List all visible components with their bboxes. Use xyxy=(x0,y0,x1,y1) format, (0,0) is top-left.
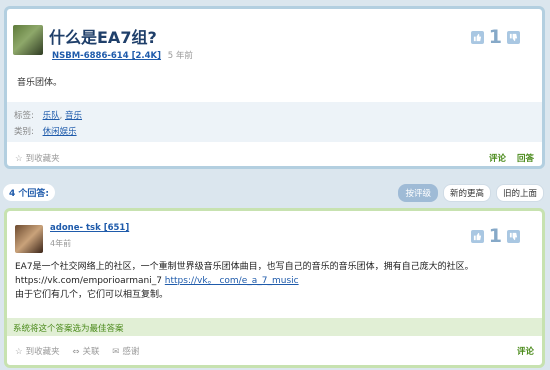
link-icon: ⇔ xyxy=(72,347,80,357)
follow-button[interactable]: ⇔ 关联 xyxy=(72,347,99,357)
thanks-icon: ✉ xyxy=(112,347,120,357)
answer-vote-count: 1 xyxy=(488,225,502,247)
thanks-label: 感谢 xyxy=(122,347,140,357)
category-link[interactable]: 休闲娱乐 xyxy=(43,127,77,137)
sort-oldest-button[interactable]: 旧的上面 xyxy=(495,184,544,202)
add-favorite-label: 到收藏夹 xyxy=(25,347,60,357)
answer-body: EA7是一个社交网络上的社区，一个重制世界级音乐团体曲目，也写自己的音乐的音乐团… xyxy=(15,260,534,302)
answer-vote: 1 xyxy=(470,225,520,247)
add-favorite-button[interactable]: ☆ 到收藏夹 xyxy=(15,154,60,164)
answer-time: 4年前 xyxy=(50,239,72,248)
question-meta: NSBM-6886-614 [2.4K] 5 年前 xyxy=(52,49,193,61)
sort-newest-button[interactable]: 新的更高 xyxy=(442,184,491,202)
question-card: 什么是EA7组? NSBM-6886-614 [2.4K] 5 年前 1 音乐团… xyxy=(4,6,545,169)
question-tags-area: 标签: 乐队, 音乐 类别: 休闲娱乐 xyxy=(7,102,542,142)
answer-line-3: 由于它们有几个，它们可以相互复制。 xyxy=(15,290,169,300)
answer-meta: adone- tsk [651] xyxy=(50,223,129,233)
answerer-username-link[interactable]: adone- tsk [651] xyxy=(50,223,129,233)
answer-button[interactable]: 回答 xyxy=(517,154,534,164)
answer-actions: 评论 xyxy=(509,345,534,357)
thanks-button[interactable]: ✉ 感谢 xyxy=(112,347,139,357)
tags-label: 标签: xyxy=(14,111,34,121)
follow-label: 关联 xyxy=(82,347,100,357)
add-favorite-button[interactable]: ☆ 到收藏夹 xyxy=(15,347,60,357)
question-body: 音乐团体。 xyxy=(17,78,63,88)
tag-link-music[interactable]: 音乐 xyxy=(65,111,82,121)
comment-button[interactable]: 评论 xyxy=(489,154,506,164)
question-vote: 1 xyxy=(470,26,520,48)
answer-link[interactable]: https://vk。 com/e_a_7_music xyxy=(165,276,299,286)
thumbs-down-icon[interactable] xyxy=(507,229,520,243)
answer-sort-group: 按评级 新的更高 旧的上面 xyxy=(398,184,544,202)
question-time: 5 年前 xyxy=(167,51,193,61)
asker-username-link[interactable]: NSBM-6886-614 [2.4K] xyxy=(52,51,161,61)
star-icon: ☆ xyxy=(15,347,23,357)
answers-count: 4 个回答: xyxy=(3,184,55,201)
question-actions: 评论 回答 xyxy=(481,152,534,164)
thumbs-down-icon[interactable] xyxy=(507,30,520,44)
best-answer-notice: 系统将这个答案选为最佳答案 xyxy=(7,318,542,336)
answer-plain-url: https://vk.com/emporioarmani_7 xyxy=(15,276,162,286)
question-vote-count: 1 xyxy=(488,26,502,48)
sort-by-rating-button[interactable]: 按评级 xyxy=(398,184,438,202)
answer-card: adone- tsk [651] 4年前 1 EA7是一个社交网络上的社区，一个… xyxy=(4,208,545,368)
answer-footer: ☆ 到收藏夹 ⇔ 关联 ✉ 感谢 评论 xyxy=(15,345,534,357)
answerer-avatar[interactable] xyxy=(15,225,43,253)
category-row: 类别: 休闲娱乐 xyxy=(14,125,542,137)
question-title: 什么是EA7组? xyxy=(49,28,157,47)
star-icon: ☆ xyxy=(15,154,23,164)
tags-row: 标签: 乐队, 音乐 xyxy=(14,111,83,121)
answer-comment-button[interactable]: 评论 xyxy=(517,347,534,357)
thumbs-up-icon[interactable] xyxy=(470,30,484,44)
question-footer: ☆ 到收藏夹 评论 回答 xyxy=(15,152,534,164)
add-favorite-label: 到收藏夹 xyxy=(25,154,60,164)
thumbs-up-icon[interactable] xyxy=(470,229,484,243)
answer-line-2: https://vk.com/emporioarmani_7 https://v… xyxy=(15,274,534,288)
asker-avatar[interactable] xyxy=(13,25,43,55)
category-label: 类别: xyxy=(14,127,34,137)
tag-link-band[interactable]: 乐队 xyxy=(43,111,60,121)
answer-line-1: EA7是一个社交网络上的社区，一个重制世界级音乐团体曲目，也写自己的音乐的音乐团… xyxy=(15,262,474,272)
